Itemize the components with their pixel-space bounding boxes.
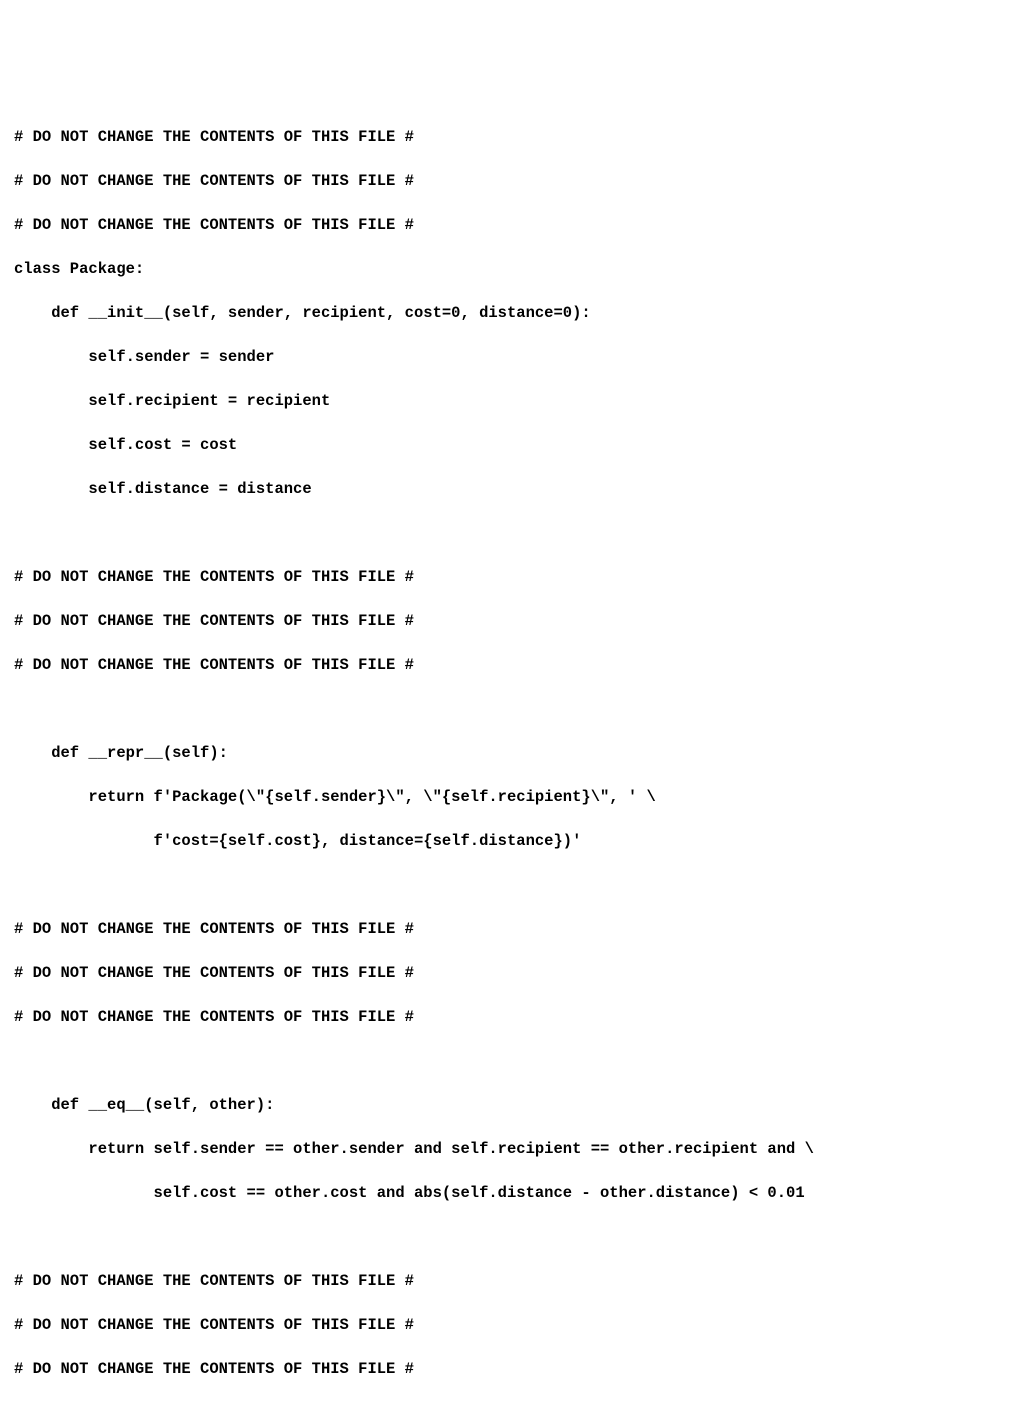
code-line: def __init__(self, sender, recipient, co… (14, 302, 1010, 324)
code-line: def __eq__(self, other): (14, 1094, 1010, 1116)
code-line: self.distance = distance (14, 478, 1010, 500)
code-block: # DO NOT CHANGE THE CONTENTS OF THIS FIL… (14, 104, 1010, 1402)
code-line: # DO NOT CHANGE THE CONTENTS OF THIS FIL… (14, 1270, 1010, 1292)
code-line: # DO NOT CHANGE THE CONTENTS OF THIS FIL… (14, 170, 1010, 192)
code-line: # DO NOT CHANGE THE CONTENTS OF THIS FIL… (14, 918, 1010, 940)
code-line: self.cost == other.cost and abs(self.dis… (14, 1182, 1010, 1204)
code-line: # DO NOT CHANGE THE CONTENTS OF THIS FIL… (14, 214, 1010, 236)
code-line: class Package: (14, 258, 1010, 280)
code-line: # DO NOT CHANGE THE CONTENTS OF THIS FIL… (14, 566, 1010, 588)
code-line: # DO NOT CHANGE THE CONTENTS OF THIS FIL… (14, 1006, 1010, 1028)
code-line: def __repr__(self): (14, 742, 1010, 764)
code-line: # DO NOT CHANGE THE CONTENTS OF THIS FIL… (14, 610, 1010, 632)
code-line: # DO NOT CHANGE THE CONTENTS OF THIS FIL… (14, 1358, 1010, 1380)
code-line (14, 1050, 1010, 1072)
code-line: f'cost={self.cost}, distance={self.dista… (14, 830, 1010, 852)
code-line: self.sender = sender (14, 346, 1010, 368)
code-line: # DO NOT CHANGE THE CONTENTS OF THIS FIL… (14, 654, 1010, 676)
code-line: return self.sender == other.sender and s… (14, 1138, 1010, 1160)
code-line (14, 522, 1010, 544)
code-line (14, 698, 1010, 720)
code-line (14, 1226, 1010, 1248)
code-line (14, 874, 1010, 896)
code-line: # DO NOT CHANGE THE CONTENTS OF THIS FIL… (14, 962, 1010, 984)
code-line: return f'Package(\"{self.sender}\", \"{s… (14, 786, 1010, 808)
code-line: # DO NOT CHANGE THE CONTENTS OF THIS FIL… (14, 1314, 1010, 1336)
code-line: self.recipient = recipient (14, 390, 1010, 412)
code-line: # DO NOT CHANGE THE CONTENTS OF THIS FIL… (14, 126, 1010, 148)
code-line: self.cost = cost (14, 434, 1010, 456)
